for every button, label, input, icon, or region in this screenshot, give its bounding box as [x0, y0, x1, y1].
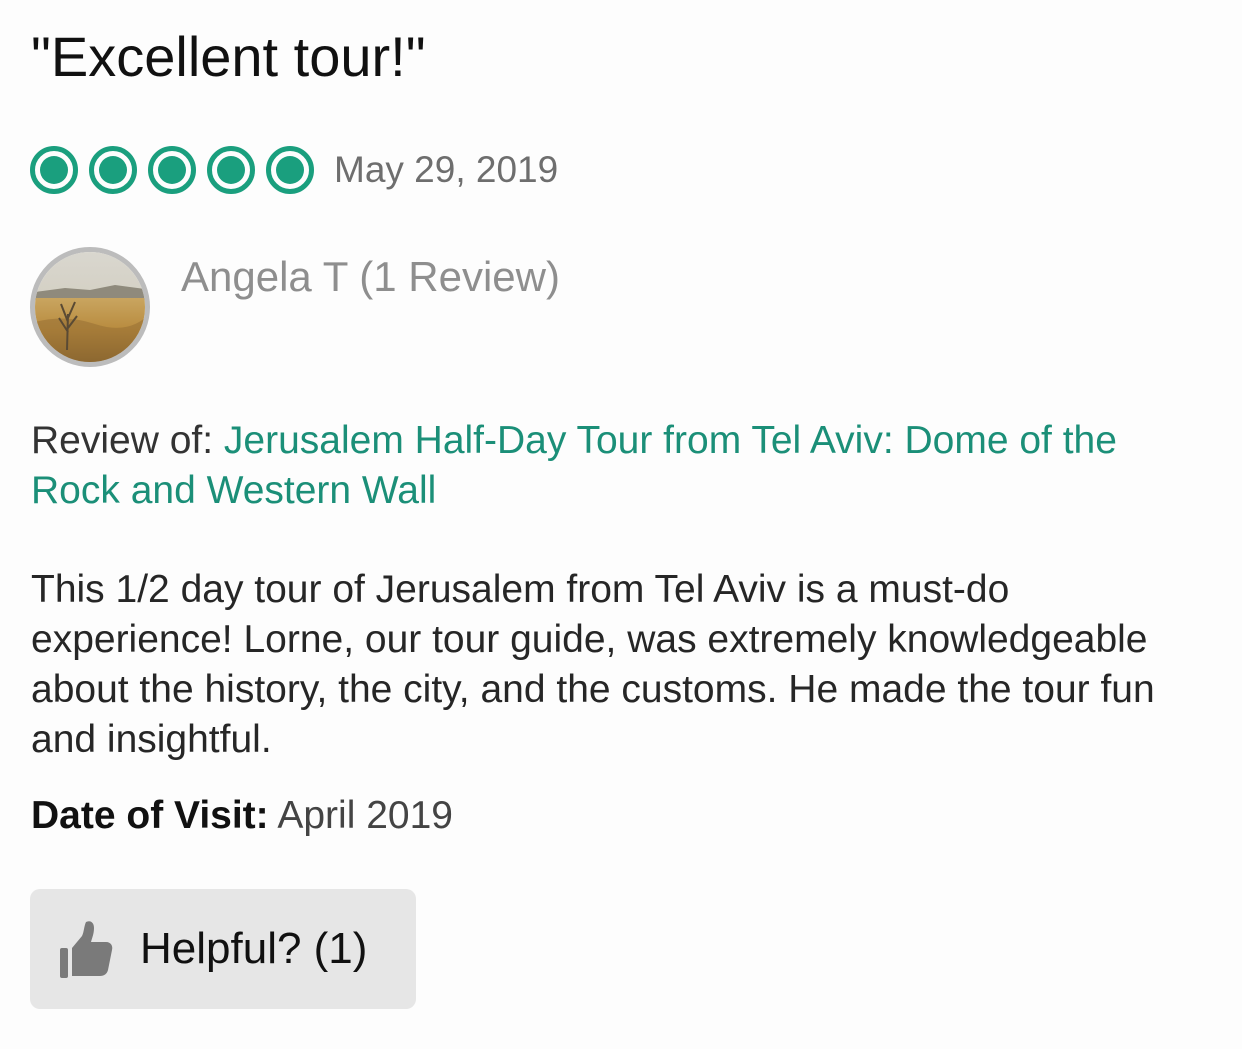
review-of-label: Review of: — [31, 419, 214, 462]
review-title: "Excellent tour!" — [31, 25, 426, 88]
rating-bubble-icon — [148, 146, 196, 194]
helpful-label: Helpful? (1) — [140, 924, 368, 973]
date-of-visit: Date of Visit: April 2019 — [31, 790, 453, 842]
helpful-button[interactable]: Helpful? (1) — [30, 889, 416, 1009]
thumbs-up-icon — [60, 921, 113, 978]
avatar-landscape-photo — [35, 252, 145, 362]
rating-row: May 29, 2019 — [30, 140, 558, 200]
avatar[interactable] — [30, 247, 150, 367]
date-of-visit-value: April 2019 — [277, 794, 453, 837]
review-of: Review of: Jerusalem Half-Day Tour from … — [31, 416, 1211, 516]
bubble-rating — [30, 146, 314, 194]
rating-bubble-icon — [207, 146, 255, 194]
reviewer-name[interactable]: Angela T (1 Review) — [181, 250, 560, 304]
review-body: This 1/2 day tour of Jerusalem from Tel … — [31, 568, 1155, 761]
review-date: May 29, 2019 — [334, 149, 559, 190]
rating-bubble-icon — [30, 146, 78, 194]
rating-bubble-icon — [89, 146, 137, 194]
rating-bubble-icon — [266, 146, 314, 194]
date-of-visit-label: Date of Visit: — [31, 794, 269, 837]
